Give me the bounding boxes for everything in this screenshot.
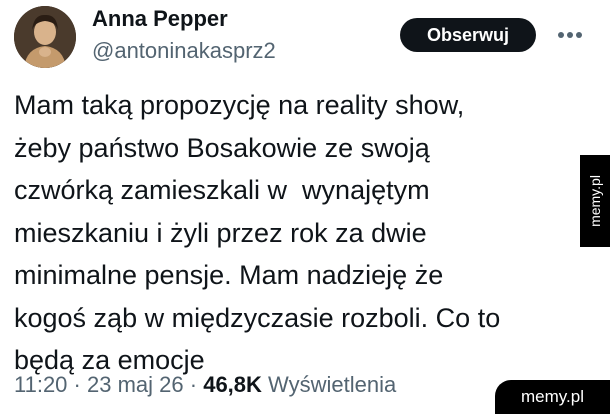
- tweet-line: czwórką zamieszkali w wynajętym: [14, 175, 430, 205]
- follow-button[interactable]: Obserwuj: [400, 18, 536, 52]
- tweet-line: minimalne pensje. Mam nadzieję że: [14, 260, 444, 290]
- tweet-line: mieszkaniu i żyli przez rok za dwie: [14, 217, 427, 248]
- tweet-metadata: 11:20 · 23 maj 26 · 46,8K Wyświetlenia: [14, 372, 396, 398]
- more-options-button[interactable]: [550, 20, 590, 50]
- more-dots-icon: [558, 32, 582, 38]
- meta-separator: ·: [73, 372, 81, 397]
- tweet-line: Mam taką propozycję na reality show,: [14, 90, 465, 120]
- views-label: Wyświetlenia: [268, 372, 397, 397]
- avatar-image: [14, 6, 76, 68]
- tweet-line: kogoś ząb w międzyczasie rozboli. Co to: [14, 302, 501, 333]
- tweet-line: żeby państwo Bosakowie ze swoją: [14, 132, 430, 163]
- tweet-date[interactable]: 23 maj 26: [87, 372, 184, 397]
- tweet-time[interactable]: 11:20: [14, 372, 67, 397]
- meta-separator: ·: [189, 372, 198, 397]
- corner-watermark: memy.pl: [495, 380, 610, 414]
- side-watermark-text: memy.pl: [587, 175, 604, 227]
- views-count: 46,8K: [203, 372, 262, 397]
- tweet-text: Mam taką propozycję na reality show, żeb…: [14, 84, 574, 382]
- author-handle[interactable]: @antoninakasprz2: [92, 38, 276, 64]
- author-name[interactable]: Anna Pepper: [92, 6, 228, 32]
- avatar[interactable]: [14, 6, 76, 68]
- side-watermark: memy.pl: [580, 155, 610, 247]
